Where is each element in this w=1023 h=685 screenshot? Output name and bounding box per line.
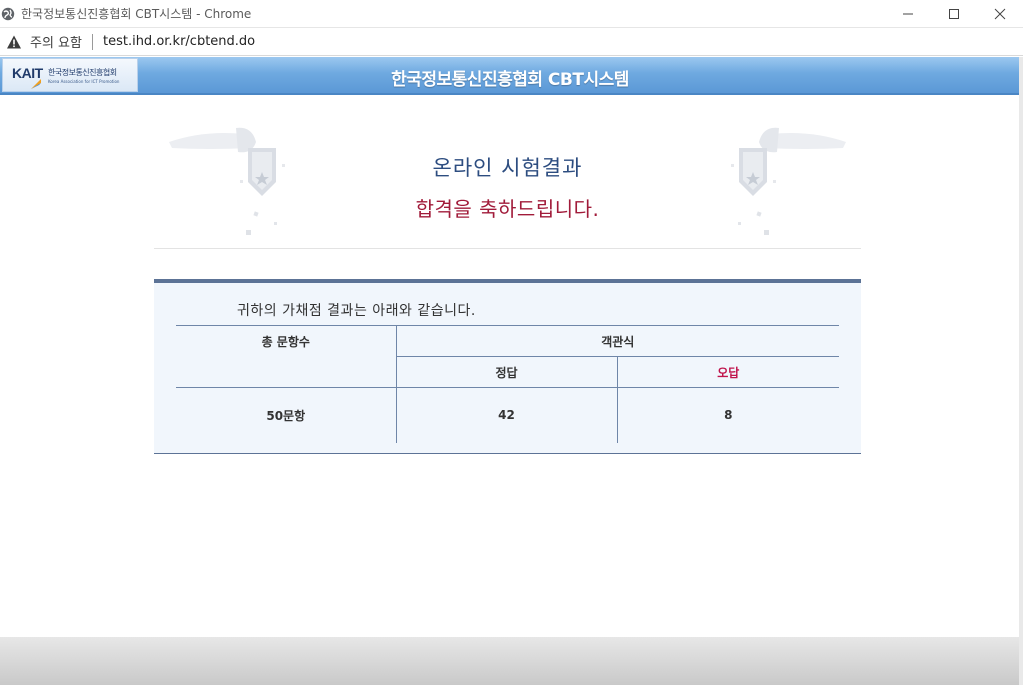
warning-icon[interactable] xyxy=(6,34,22,50)
address-separator xyxy=(91,33,93,50)
window-title: 한국정보통신진흥협회 CBT시스템 - Chrome xyxy=(21,7,252,21)
site-header: KAIT 한국정보통신진흥협회 Korea Association for IC… xyxy=(0,57,1020,95)
correct-value: 42 xyxy=(396,387,618,443)
address-bar[interactable]: 주의 요함 test.ihd.or.kr/cbtend.do xyxy=(0,28,1023,56)
security-status-text[interactable]: 주의 요함 xyxy=(30,32,82,51)
objective-header: 객관식 xyxy=(396,325,839,357)
maximize-button[interactable] xyxy=(931,0,977,28)
total-questions-header: 총 문항수 xyxy=(176,325,397,388)
site-title: 한국정보통신진흥협회 CBT시스템 xyxy=(391,70,629,90)
minimize-button[interactable] xyxy=(885,0,931,28)
window-titlebar: 한국정보통신진흥협회 CBT시스템 - Chrome xyxy=(0,0,1023,28)
score-table: 총 문항수 객관식 정답 오답 50문항 42 8 xyxy=(176,325,839,443)
wrong-value: 8 xyxy=(617,387,839,443)
url-text[interactable]: test.ihd.or.kr/cbtend.do xyxy=(103,34,255,49)
bottom-band xyxy=(0,637,1020,685)
result-heading-area: 온라인 시험결과 합격을 축하드립니다. xyxy=(154,118,861,249)
close-button[interactable] xyxy=(977,0,1023,28)
correct-header: 정답 xyxy=(396,356,618,388)
maximize-icon xyxy=(949,9,959,19)
globe-icon xyxy=(1,7,15,20)
result-intro-text: 귀하의 가채점 결과는 아래와 같습니다. xyxy=(237,303,476,319)
close-icon xyxy=(994,8,1006,20)
total-questions-value: 50문항 xyxy=(176,387,397,443)
right-edge xyxy=(1019,57,1023,685)
result-box: 귀하의 가채점 결과는 아래와 같습니다. 총 문항수 객관식 정답 오답 50… xyxy=(154,279,861,454)
minimize-icon xyxy=(903,13,913,15)
pass-message: 합격을 축하드립니다. xyxy=(415,197,600,221)
wrong-header: 오답 xyxy=(617,356,839,388)
result-title: 온라인 시험결과 xyxy=(432,156,583,180)
